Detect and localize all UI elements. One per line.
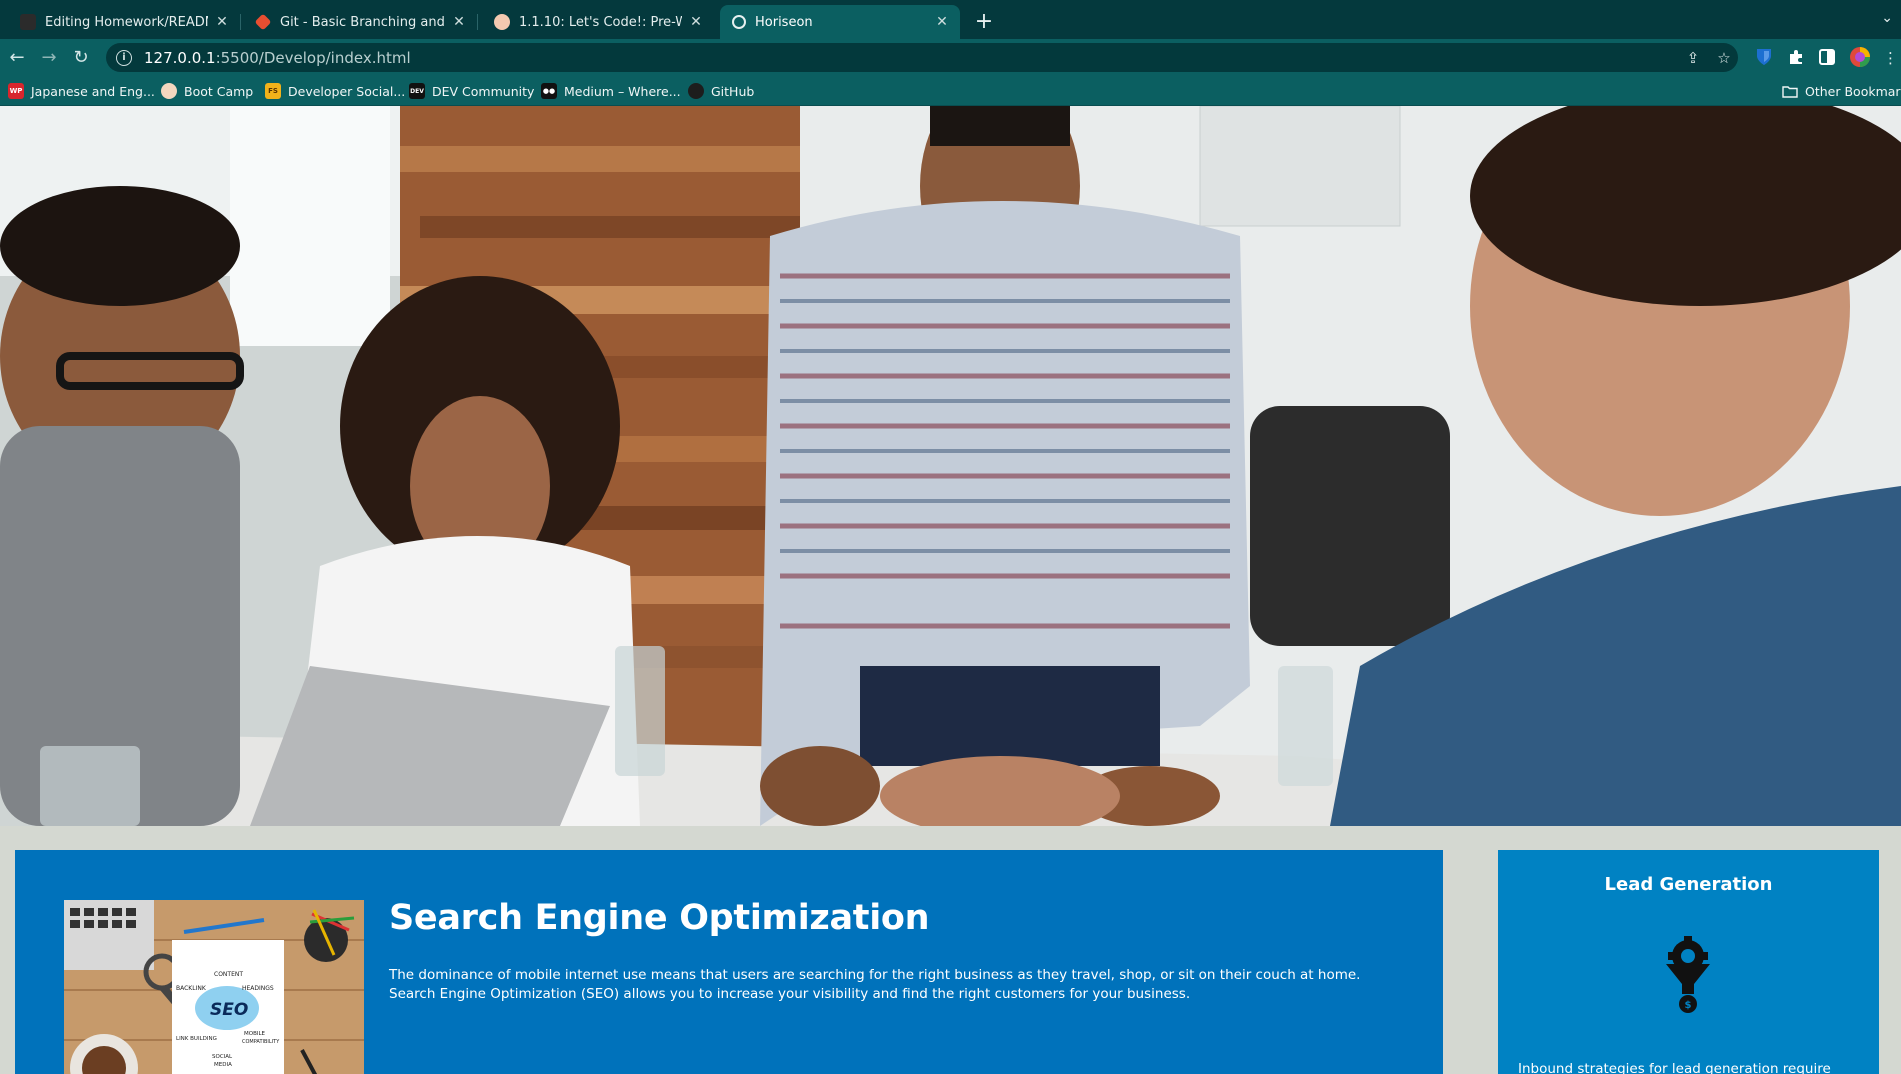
browser-tab-bar: Editing Homework/README.md ✕ Git - Basic… <box>0 0 1901 39</box>
bookmark-developer-social[interactable]: FS Developer Social... <box>265 82 405 100</box>
seo-section: SEO CONTENT BACKLINK HEADINGS LINK BUILD… <box>15 850 1443 1074</box>
bookmark-label: Japanese and Eng... <box>31 83 155 99</box>
seo-word: SEO <box>210 1000 248 1020</box>
side-panel-icon[interactable] <box>1819 48 1835 66</box>
forward-button[interactable]: → <box>35 44 63 72</box>
extensions-puzzle-icon[interactable] <box>1787 48 1805 66</box>
new-tab-button[interactable]: + <box>970 8 998 36</box>
lead-generation-text: Inbound strategies for lead generation r… <box>1518 1061 1831 1074</box>
bookmark-label: Developer Social... <box>288 83 406 99</box>
bitwarden-shield-icon[interactable] <box>1756 48 1772 66</box>
tab-separator <box>240 14 241 30</box>
reload-button[interactable]: ↻ <box>67 44 95 72</box>
browser-toolbar: ← → ↻ i 127.0.0.1:5500/Develop/index.htm… <box>0 39 1901 76</box>
github-icon <box>20 14 36 30</box>
share-icon[interactable]: ⇪ <box>1682 47 1704 69</box>
bookmark-medium[interactable]: ●● Medium – Where... <box>541 82 681 100</box>
tab-title: Editing Homework/README.md <box>45 14 208 30</box>
lead-generation-card: Lead Generation $ Inbound strategies for… <box>1498 850 1879 1074</box>
close-icon[interactable]: ✕ <box>688 14 704 30</box>
wp-icon: WP <box>8 83 24 99</box>
url-host: 127.0.0.1 <box>144 48 216 67</box>
folder-icon <box>1782 85 1798 98</box>
site-info-icon[interactable]: i <box>116 49 132 66</box>
bookmark-dev-community[interactable]: DEV DEV Community <box>409 82 534 100</box>
tab-horiseon[interactable]: Horiseon ✕ <box>720 5 960 39</box>
bookmark-github[interactable]: GitHub <box>688 82 754 100</box>
address-bar[interactable]: i 127.0.0.1:5500/Develop/index.html <box>106 43 1738 72</box>
seo-word: SOCIAL <box>212 1054 233 1060</box>
bootcamp-icon <box>161 83 177 99</box>
close-icon[interactable]: ✕ <box>214 14 230 30</box>
close-icon[interactable]: ✕ <box>934 14 950 30</box>
seo-word: COMPATIBILITY <box>242 1039 280 1045</box>
tab-editing-readme[interactable]: Editing Homework/README.md ✕ <box>8 5 241 39</box>
bookmark-label: DEV Community <box>432 83 535 99</box>
tab-title: Git - Basic Branching and Merging <box>280 14 445 30</box>
other-bookmarks-folder[interactable]: Other Bookmarks <box>1782 82 1901 100</box>
seo-title: Search Engine Optimization <box>389 898 930 938</box>
seo-word: BACKLINK <box>176 985 207 992</box>
browser-menu-icon[interactable]: ⋮ <box>1883 47 1898 69</box>
medium-icon: ●● <box>541 83 557 99</box>
tab-git-branching[interactable]: Git - Basic Branching and Merging ✕ <box>245 5 478 39</box>
page-viewport: SEO CONTENT BACKLINK HEADINGS LINK BUILD… <box>0 106 1901 1074</box>
seo-word: HEADINGS <box>242 985 274 992</box>
hero-image <box>0 106 1901 826</box>
profile-avatar[interactable] <box>1849 46 1871 68</box>
tab-lets-code[interactable]: 1.1.10: Let's Code!: Pre-Work: Bootcamp … <box>482 5 714 39</box>
globe-icon <box>732 15 746 29</box>
bookmark-star-icon[interactable]: ☆ <box>1713 47 1735 69</box>
back-button[interactable]: ← <box>3 44 31 72</box>
lead-generation-title: Lead Generation <box>1604 874 1773 895</box>
git-icon <box>254 13 272 31</box>
tab-separator <box>477 14 478 30</box>
bookmark-label: Medium – Where... <box>564 83 681 99</box>
tab-search-icon[interactable]: ⌄ <box>1881 10 1893 26</box>
bootcamp-icon <box>494 14 510 30</box>
url-path: :5500/Develop/index.html <box>215 48 411 67</box>
bookmark-japanese-english[interactable]: WP Japanese and Eng... <box>8 82 155 100</box>
bookmark-boot-camp[interactable]: Boot Camp <box>161 82 253 100</box>
seo-word: MEDIA <box>214 1062 232 1068</box>
fs-icon: FS <box>265 83 281 99</box>
tab-title: 1.1.10: Let's Code!: Pre-Work: Bootcamp <box>519 14 682 30</box>
svg-text:$: $ <box>1685 1000 1692 1011</box>
tab-title: Horiseon <box>755 14 813 30</box>
lead-generation-funnel-icon: $ <box>1666 936 1710 1013</box>
seo-word: MOBILE <box>244 1031 266 1037</box>
bookmark-label: Boot Camp <box>184 83 254 99</box>
dev-icon: DEV <box>409 83 425 99</box>
seo-word: CONTENT <box>214 971 243 978</box>
seo-word: LINK BUILDING <box>176 1036 217 1042</box>
seo-image: SEO CONTENT BACKLINK HEADINGS LINK BUILD… <box>64 900 364 1074</box>
bookmarks-bar: WP Japanese and Eng... Boot Camp FS Deve… <box>0 76 1901 106</box>
seo-text: The dominance of mobile internet use mea… <box>389 967 1361 1002</box>
close-icon[interactable]: ✕ <box>451 14 467 30</box>
bookmark-label: GitHub <box>711 83 755 99</box>
bookmark-label: Other Bookmarks <box>1805 83 1901 99</box>
github-icon <box>688 83 704 99</box>
